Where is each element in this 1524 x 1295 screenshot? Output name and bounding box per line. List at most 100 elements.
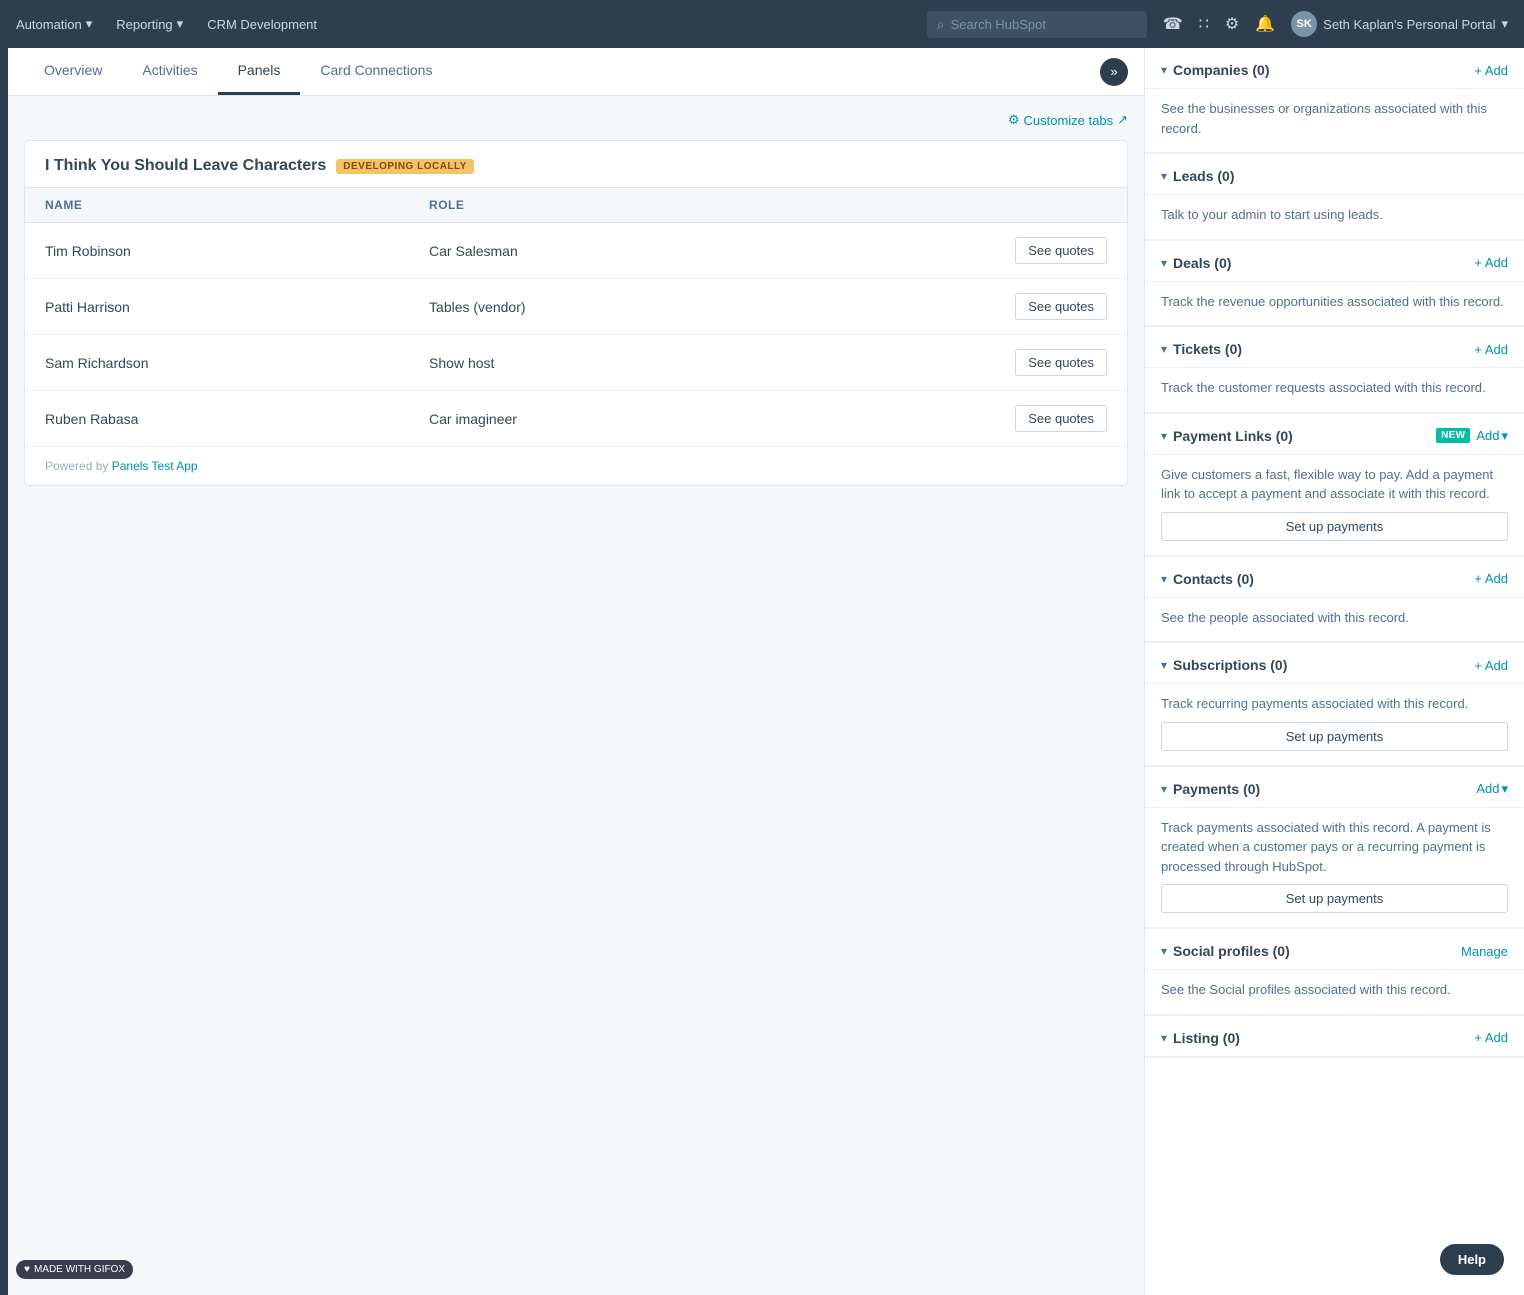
section-add-tickets[interactable]: + Add: [1474, 342, 1508, 357]
section-add-listing[interactable]: + Add: [1474, 1030, 1508, 1045]
help-button[interactable]: Help: [1440, 1244, 1504, 1275]
section-header-payments: ▾ Payments (0) Add ▾: [1145, 767, 1524, 808]
section-header-listing: ▾ Listing (0) + Add: [1145, 1016, 1524, 1057]
gifox-badge: ♥ MADE WITH GIFOX: [16, 1260, 133, 1279]
section-body-leads: Talk to your admin to start using leads.: [1145, 195, 1524, 240]
settings-icon[interactable]: ⚙: [1225, 14, 1239, 34]
avatar: SK: [1291, 11, 1317, 37]
nav-reporting[interactable]: Reporting ▾: [116, 16, 183, 32]
user-menu[interactable]: SK Seth Kaplan's Personal Portal ▾: [1291, 11, 1508, 37]
section-header-subscriptions: ▾ Subscriptions (0) + Add: [1145, 643, 1524, 684]
tab-panels[interactable]: Panels: [218, 48, 301, 95]
settings-icon: ⚙: [1008, 112, 1020, 128]
setup-payments-button-payments[interactable]: Set up payments: [1161, 884, 1508, 913]
section-header-tickets: ▾ Tickets (0) + Add: [1145, 327, 1524, 368]
section-add-dropdown-payment-links[interactable]: Add ▾: [1476, 428, 1508, 444]
nav-crm-development[interactable]: CRM Development: [207, 17, 317, 32]
chevron-down-icon: ▾: [1501, 781, 1508, 797]
customize-tabs-link[interactable]: ⚙ Customize tabs ↗: [24, 112, 1128, 128]
section-add-dropdown-payments[interactable]: Add ▾: [1476, 781, 1508, 797]
cell-action: See quotes: [774, 391, 1127, 447]
see-quotes-button[interactable]: See quotes: [1015, 349, 1107, 376]
section-header-deals: ▾ Deals (0) + Add: [1145, 241, 1524, 282]
section-header-contacts: ▾ Contacts (0) + Add: [1145, 557, 1524, 598]
cell-name: Tim Robinson: [25, 223, 409, 279]
chevron-down-icon[interactable]: ▾: [1161, 256, 1167, 270]
tab-activities[interactable]: Activities: [122, 48, 217, 95]
collapse-sidebar-button[interactable]: »: [1100, 58, 1128, 86]
phone-icon[interactable]: ☎: [1163, 14, 1183, 34]
chevron-down-icon[interactable]: ▾: [1161, 63, 1167, 77]
characters-table: NAME ROLE Tim Robinson Car Salesman See …: [25, 188, 1127, 446]
section-manage-social-profiles[interactable]: Manage: [1461, 944, 1508, 959]
section-add-contacts[interactable]: + Add: [1474, 571, 1508, 586]
search-input[interactable]: [951, 17, 1137, 32]
tab-card-connections[interactable]: Card Connections: [300, 48, 452, 95]
developing-locally-badge: DEVELOPING LOCALLY: [336, 159, 474, 174]
section-title-payment-links: Payment Links (0): [1173, 428, 1430, 444]
external-link-icon: ↗: [1117, 112, 1128, 128]
section-add-deals[interactable]: + Add: [1474, 255, 1508, 270]
section-title-social-profiles: Social profiles (0): [1173, 943, 1455, 959]
grid-icon[interactable]: ∷: [1199, 14, 1209, 34]
section-title-companies: Companies (0): [1173, 62, 1468, 78]
section-body-payment-links: Give customers a fast, flexible way to p…: [1145, 455, 1524, 556]
section-header-social-profiles: ▾ Social profiles (0) Manage: [1145, 929, 1524, 970]
chevron-down-icon: ▾: [1501, 16, 1508, 32]
section-social-profiles: ▾ Social profiles (0) Manage See the Soc…: [1145, 929, 1524, 1016]
left-sidebar: [0, 48, 8, 1295]
section-companies: ▾ Companies (0) + Add See the businesses…: [1145, 48, 1524, 154]
global-search[interactable]: ⌕: [927, 11, 1147, 38]
table-row: Sam Richardson Show host See quotes: [25, 335, 1127, 391]
section-title-listing: Listing (0): [1173, 1030, 1468, 1046]
section-contacts: ▾ Contacts (0) + Add See the people asso…: [1145, 557, 1524, 644]
right-panel: ▾ Companies (0) + Add See the businesses…: [1144, 48, 1524, 1295]
tab-overview[interactable]: Overview: [24, 48, 122, 95]
section-listing: ▾ Listing (0) + Add: [1145, 1016, 1524, 1058]
cell-action: See quotes: [774, 279, 1127, 335]
chevron-down-icon: ▾: [1501, 428, 1508, 444]
section-add-subscriptions[interactable]: + Add: [1474, 658, 1508, 673]
setup-payments-button-subscriptions[interactable]: Set up payments: [1161, 722, 1508, 751]
section-body-tickets: Track the customer requests associated w…: [1145, 368, 1524, 413]
see-quotes-button[interactable]: See quotes: [1015, 405, 1107, 432]
user-name: Seth Kaplan's Personal Portal: [1323, 17, 1495, 32]
section-body-deals: Track the revenue opportunities associat…: [1145, 282, 1524, 327]
heart-icon: ♥: [24, 1264, 30, 1275]
chevron-down-icon[interactable]: ▾: [1161, 944, 1167, 958]
chevron-down-icon[interactable]: ▾: [1161, 169, 1167, 183]
setup-payments-button-payment-links[interactable]: Set up payments: [1161, 512, 1508, 541]
section-add-companies[interactable]: + Add: [1474, 63, 1508, 78]
chevron-down-icon[interactable]: ▾: [1161, 572, 1167, 586]
section-body-subscriptions: Track recurring payments associated with…: [1145, 684, 1524, 766]
chevron-down-icon[interactable]: ▾: [1161, 429, 1167, 443]
panel-title: I Think You Should Leave Characters: [45, 157, 326, 175]
panel-card: I Think You Should Leave Characters DEVE…: [24, 140, 1128, 486]
chevron-down-icon[interactable]: ▾: [1161, 782, 1167, 796]
chevron-down-icon[interactable]: ▾: [1161, 658, 1167, 672]
section-payment-links: ▾ Payment Links (0) NEW Add ▾ Give custo…: [1145, 414, 1524, 557]
section-body-contacts: See the people associated with this reco…: [1145, 598, 1524, 643]
see-quotes-button[interactable]: See quotes: [1015, 237, 1107, 264]
section-title-payments: Payments (0): [1173, 781, 1470, 797]
content-area: ⚙ Customize tabs ↗ I Think You Should Le…: [8, 96, 1144, 1295]
table-row: Patti Harrison Tables (vendor) See quote…: [25, 279, 1127, 335]
chevron-down-icon[interactable]: ▾: [1161, 342, 1167, 356]
cell-role: Show host: [409, 335, 774, 391]
bell-icon[interactable]: 🔔: [1255, 14, 1275, 34]
table-header-row: NAME ROLE: [25, 188, 1127, 223]
section-title-deals: Deals (0): [1173, 255, 1468, 271]
see-quotes-button[interactable]: See quotes: [1015, 293, 1107, 320]
section-title-tickets: Tickets (0): [1173, 341, 1468, 357]
panels-test-app-link[interactable]: Panels Test App: [112, 459, 198, 473]
tabs-bar: Overview Activities Panels Card Connecti…: [8, 48, 1144, 96]
section-title-leads: Leads (0): [1173, 168, 1508, 184]
nav-automation[interactable]: Automation ▾: [16, 16, 92, 32]
top-navigation: Automation ▾ Reporting ▾ CRM Development…: [0, 0, 1524, 48]
cell-role: Car imagineer: [409, 391, 774, 447]
section-title-contacts: Contacts (0): [1173, 571, 1468, 587]
col-name: NAME: [25, 188, 409, 223]
section-header-payment-links: ▾ Payment Links (0) NEW Add ▾: [1145, 414, 1524, 455]
chevron-down-icon[interactable]: ▾: [1161, 1031, 1167, 1045]
cell-role: Car Salesman: [409, 223, 774, 279]
